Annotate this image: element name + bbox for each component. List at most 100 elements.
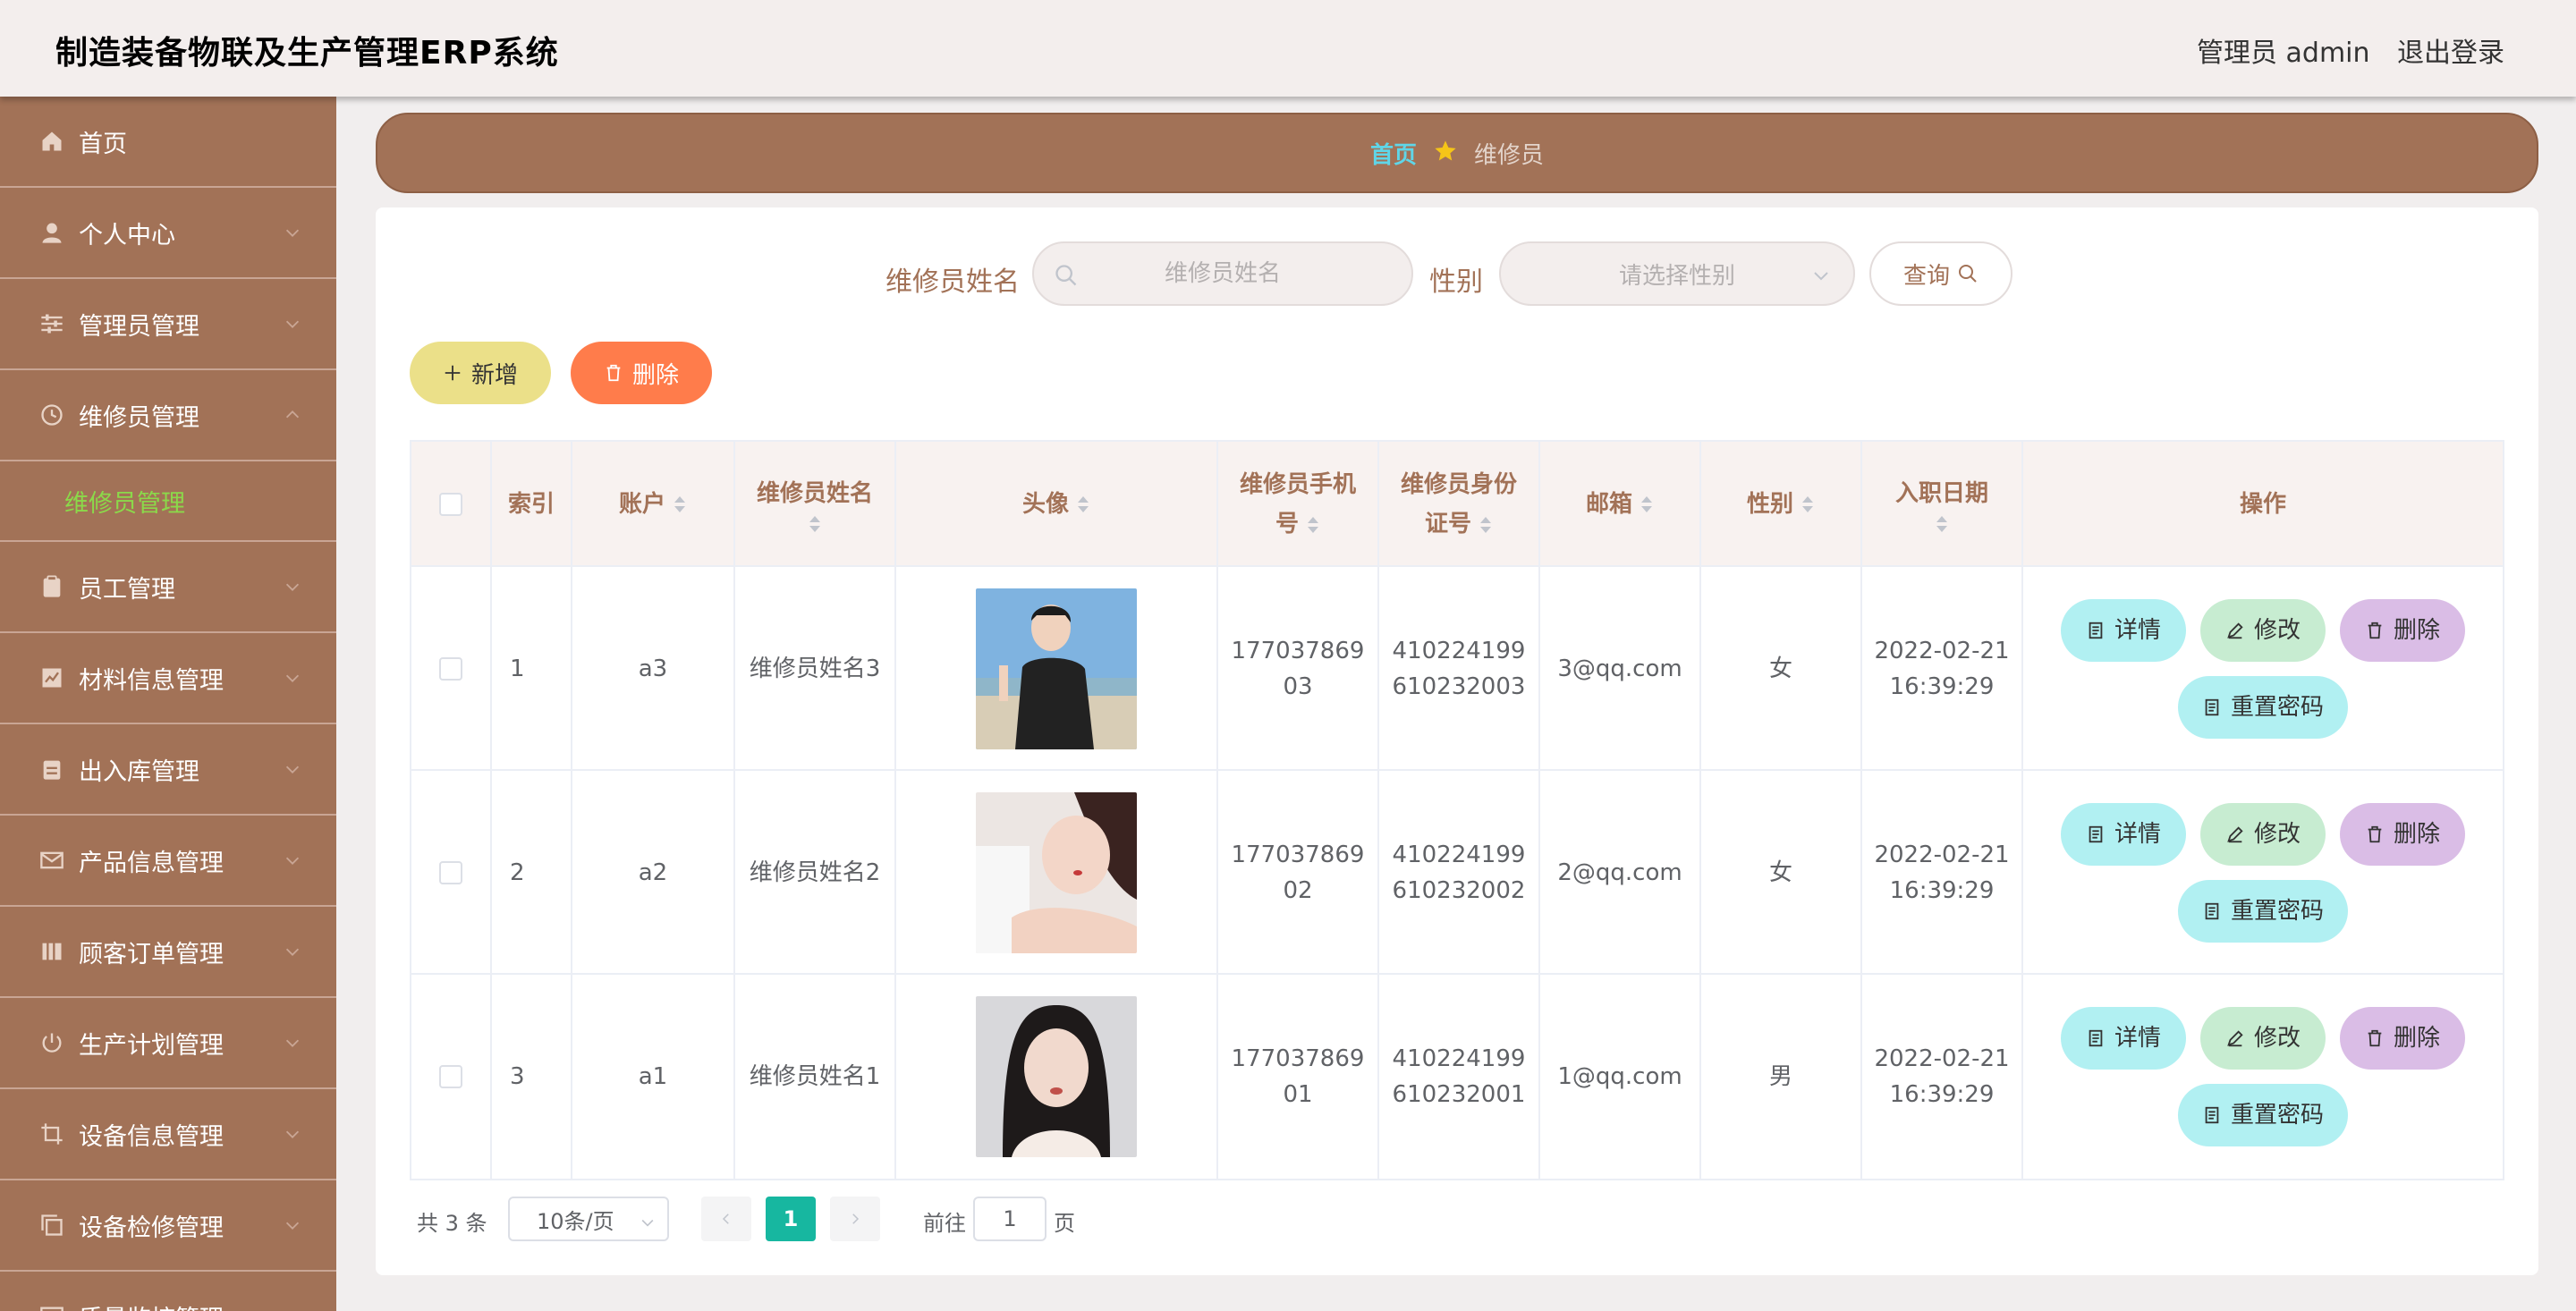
avatar-image[interactable] <box>976 996 1137 1157</box>
sidebar-item-label: 生产计划管理 <box>79 1031 224 1060</box>
row-checkbox[interactable] <box>439 657 462 681</box>
detail-button[interactable]: 详情 <box>2061 1007 2186 1070</box>
table-row: 3 a1 维修员姓名1 177037869 01 410224199 6102320… <box>411 975 2503 1179</box>
row-checkbox[interactable] <box>439 1065 462 1088</box>
sidebar-item-customer-orders[interactable]: 顾客订单管理 <box>0 907 336 998</box>
edit-button[interactable]: 修改 <box>2200 1007 2326 1070</box>
table-row: 2 a2 维修员姓名2 177037869 02 410224199 6102320… <box>411 771 2503 975</box>
sidebar-item-repairman-management[interactable]: 维修员管理 <box>0 370 336 461</box>
prev-page-button[interactable] <box>701 1197 751 1241</box>
avatar-image[interactable] <box>976 792 1137 953</box>
query-button-label: 查询 <box>1902 262 1950 290</box>
index-cell: 3 <box>492 975 572 1179</box>
next-page-button[interactable] <box>830 1197 880 1241</box>
sidebar-item-product-info[interactable]: 产品信息管理 <box>0 816 336 907</box>
chevron-up-icon <box>283 405 302 425</box>
chart-icon <box>39 665 64 690</box>
sidebar-item-personal-center[interactable]: 个人中心 <box>0 188 336 279</box>
logout-link[interactable]: 退出登录 <box>2397 30 2504 70</box>
add-button[interactable]: 新增 <box>410 342 551 404</box>
sidebar-item-material-info[interactable]: 材料信息管理 <box>0 633 336 724</box>
col-account-label: 账户 <box>618 491 665 518</box>
gender-cell: 男 <box>1701 975 1862 1179</box>
sidebar-subitem-repairman-management[interactable]: 维修员管理 <box>0 461 336 542</box>
col-index: 索引 <box>492 442 572 567</box>
reset-password-button[interactable]: 重置密码 <box>2178 880 2348 943</box>
col-ops: 操作 <box>2023 442 2503 567</box>
pen-icon <box>2227 622 2243 639</box>
document-icon <box>2205 1106 2219 1124</box>
sidebar-item-label: 设备信息管理 <box>79 1122 224 1151</box>
delete-label: 删除 <box>2393 1025 2440 1052</box>
col-idcard[interactable]: 维修员身份证号 <box>1379 442 1540 567</box>
name-search-field[interactable] <box>1032 241 1413 306</box>
name-cell: 维修员姓名1 <box>735 975 896 1179</box>
hire-date: 2022-02-21 <box>1874 842 2010 868</box>
delete-button[interactable]: 删除 <box>2340 803 2465 866</box>
sidebar-item-home[interactable]: 首页 <box>0 97 336 188</box>
sort-icon <box>1480 516 1491 533</box>
col-email[interactable]: 邮箱 <box>1540 442 1701 567</box>
col-account[interactable]: 账户 <box>572 442 735 567</box>
phone-line-1: 177037869 <box>1231 638 1365 664</box>
phone-cell: 177037869 01 <box>1218 975 1379 1179</box>
page-size-select[interactable]: 10条/页 <box>508 1197 669 1241</box>
email-cell: 1@qq.com <box>1540 975 1701 1179</box>
detail-button[interactable]: 详情 <box>2061 599 2186 662</box>
detail-button[interactable]: 详情 <box>2061 803 2186 866</box>
index-cell: 2 <box>492 771 572 975</box>
sidebar: 首页 个人中心 管理员管理 维修员管理 维修员管理 员工管理 材料信息管理 出入… <box>0 97 336 1311</box>
chevron-down-icon <box>1810 265 1832 286</box>
reset-password-button[interactable]: 重置密码 <box>2178 1084 2348 1146</box>
gender-select[interactable]: 请选择性别 <box>1499 241 1855 306</box>
name-cell: 维修员姓名2 <box>735 771 896 975</box>
edit-button[interactable]: 修改 <box>2200 599 2326 662</box>
document-icon <box>2205 902 2219 920</box>
edit-button[interactable]: 修改 <box>2200 803 2326 866</box>
document-icon <box>2089 825 2103 843</box>
page-number-button[interactable]: 1 <box>766 1197 816 1241</box>
sidebar-item-employee-management[interactable]: 员工管理 <box>0 542 336 633</box>
batch-delete-button[interactable]: 删除 <box>571 342 712 404</box>
col-phone[interactable]: 维修员手机号 <box>1218 442 1379 567</box>
sliders-icon <box>39 311 64 336</box>
email-cell: 2@qq.com <box>1540 771 1701 975</box>
col-hire-date[interactable]: 入职日期 <box>1862 442 2023 567</box>
sidebar-item-label: 材料信息管理 <box>79 666 224 695</box>
repairman-table: 索引 账户 维修员姓名 头像 维修员手机号 维修员身份证号 邮箱 性别 入职日期… <box>410 440 2504 1180</box>
phone-line-2: 03 <box>1283 673 1313 700</box>
email-cell: 3@qq.com <box>1540 567 1701 771</box>
col-name[interactable]: 维修员姓名 <box>735 442 896 567</box>
delete-button[interactable]: 删除 <box>2340 599 2465 662</box>
batch-delete-label: 删除 <box>631 361 679 389</box>
sidebar-item-admin-management[interactable]: 管理员管理 <box>0 279 336 370</box>
sidebar-item-inout-management[interactable]: 出入库管理 <box>0 724 336 816</box>
avatar-image[interactable] <box>976 588 1137 749</box>
name-search-input[interactable] <box>1034 260 1411 287</box>
sort-icon <box>1078 496 1089 512</box>
sidebar-item-equipment-info[interactable]: 设备信息管理 <box>0 1089 336 1180</box>
sidebar-item-production-plan[interactable]: 生产计划管理 <box>0 998 336 1089</box>
top-bar: 制造装备物联及生产管理ERP系统 管理员 admin 退出登录 <box>0 0 2576 97</box>
reset-password-label: 重置密码 <box>2230 898 2324 925</box>
reset-password-button[interactable]: 重置密码 <box>2178 676 2348 739</box>
hire-date-cell: 2022-02-21 16:39:29 <box>1862 975 2023 1179</box>
sort-icon <box>674 496 685 512</box>
goto-label: 前往 <box>923 1211 966 1236</box>
page-unit-label: 页 <box>1054 1211 1075 1236</box>
query-button[interactable]: 查询 <box>1869 241 2012 306</box>
row-checkbox[interactable] <box>439 861 462 884</box>
col-gender[interactable]: 性别 <box>1701 442 1862 567</box>
goto-page-input[interactable] <box>973 1197 1046 1241</box>
select-all-checkbox[interactable] <box>439 493 462 516</box>
star-icon <box>1433 139 1458 167</box>
sidebar-item-quality-monitoring[interactable]: 质量监控管理 <box>0 1272 336 1311</box>
breadcrumb-home[interactable]: 首页 <box>1370 137 1417 170</box>
col-avatar[interactable]: 头像 <box>896 442 1218 567</box>
delete-button[interactable]: 删除 <box>2340 1007 2465 1070</box>
col-gender-label: 性别 <box>1746 491 1793 518</box>
detail-label: 详情 <box>2114 1025 2161 1052</box>
phone-cell: 177037869 03 <box>1218 567 1379 771</box>
sidebar-item-equipment-maintenance[interactable]: 设备检修管理 <box>0 1180 336 1272</box>
hire-date-cell: 2022-02-21 16:39:29 <box>1862 771 2023 975</box>
